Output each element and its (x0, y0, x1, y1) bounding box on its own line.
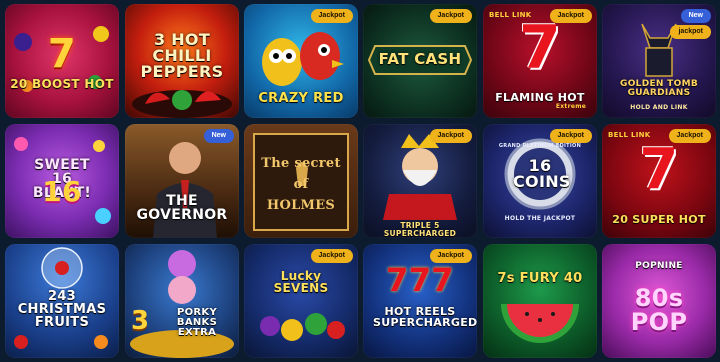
game-tile-fat-cash[interactable]: Jackpot FAT CASH (363, 4, 477, 118)
jackpot-badge: Jackpot (549, 129, 592, 143)
game-subtitle: Extreme (555, 103, 587, 110)
game-title: TRIPLE 5 SUPERCHARGED (383, 221, 457, 238)
tile-art (483, 244, 597, 358)
game-tile-crazy-red[interactable]: Jackpot CRAZY RED (244, 4, 358, 118)
game-tile-golden-tomb-guardians[interactable]: New jackpot GOLDEN TOMB GUARDIANS HOLD A… (602, 4, 716, 118)
game-title: 243 CHRISTMAS FRUITS (17, 289, 107, 330)
jackpot-badge: Jackpot (429, 9, 472, 23)
jackpot-badge: Jackpot (310, 249, 353, 263)
game-big-number: 3 (131, 306, 150, 336)
game-title: 80s POP (630, 284, 688, 336)
game-title: CRAZY RED (258, 91, 344, 106)
piggy-bank-icon (130, 250, 234, 358)
game-title: The secret of HOLMES (261, 156, 341, 213)
game-big-number: 7 (47, 31, 77, 77)
game-title: 3 HOT CHILLI PEPPERS (140, 30, 224, 81)
game-tile-16-coins[interactable]: Jackpot GRAND PLATINUM EDITION 16 COINS … (483, 124, 597, 238)
game-tagline: GRAND PLATINUM EDITION (498, 143, 582, 149)
game-title: 20 SUPER HOT (612, 213, 706, 226)
game-subtitle: HOLD THE JACKPOT (504, 215, 576, 222)
game-tile-porky-banks-extra[interactable]: 3 PORKY BANKS EXTRA (125, 244, 239, 358)
tile-art (125, 244, 239, 358)
game-big-number: 7 (518, 13, 562, 83)
game-big-number: 777 (386, 261, 454, 299)
game-title: HOT REELS SUPERCHARGED (373, 305, 477, 329)
game-big-number: 7 (639, 137, 679, 202)
jackpot-badge: jackpot (670, 25, 711, 39)
new-badge: New (680, 9, 711, 23)
game-title: FLAMING HOT (495, 91, 585, 104)
game-tile-3-hot-chilli-peppers[interactable]: 3 HOT CHILLI PEPPERS (125, 4, 239, 118)
jackpot-badge: Jackpot (429, 129, 472, 143)
game-title: 7s FURY 40 (497, 271, 583, 286)
game-tile-hot-reels-supercharged[interactable]: Jackpot 777 HOT REELS SUPERCHARGED (363, 244, 477, 358)
game-tile-flaming-hot[interactable]: BELL LINK Jackpot 7 FLAMING HOT Extreme (483, 4, 597, 118)
game-tile-the-governor[interactable]: New THE GOVERNOR (125, 124, 239, 238)
game-title: 16 COINS (513, 156, 571, 191)
game-tile-243-christmas-fruits[interactable]: 243 CHRISTMAS FRUITS (5, 244, 119, 358)
game-title: FAT CASH (378, 50, 462, 68)
game-title: 20 BOOST HOT (10, 77, 114, 91)
game-big-number: 16 (42, 175, 82, 208)
game-title: THE GOVERNOR (136, 193, 228, 223)
game-tile-triple-5-supercharged[interactable]: Jackpot TRIPLE 5 SUPERCHARGED (363, 124, 477, 238)
game-tile-20-boost-hot[interactable]: 7 20 BOOST HOT (5, 4, 119, 118)
game-subtitle: HOLD AND LINK (630, 104, 688, 111)
game-tile-lucky-sevens[interactable]: Jackpot Lucky SEVENS (244, 244, 358, 358)
game-tile-7s-fury-40[interactable]: 7s FURY 40 (483, 244, 597, 358)
game-subtitle: POPNINE (635, 261, 683, 271)
game-tile-20-super-hot[interactable]: BELL LINK Jackpot 7 20 SUPER HOT (602, 124, 716, 238)
game-tile-sweet-16-blast[interactable]: SWEET 16 BLAST! 16 (5, 124, 119, 238)
game-tile-80s-pop[interactable]: POPNINE 80s POP (602, 244, 716, 358)
jackpot-badge: Jackpot (310, 9, 353, 23)
new-badge: New (203, 129, 234, 143)
game-tile-secret-of-holmes[interactable]: The secret of HOLMES (244, 124, 358, 238)
game-title: Lucky SEVENS (273, 269, 329, 295)
game-title: PORKY BANKS EXTRA (176, 307, 218, 338)
game-grid: 7 20 BOOST HOT 3 HOT CHILLI PEPPERS Jack… (0, 0, 720, 362)
watermelon-icon (501, 304, 579, 343)
game-title: GOLDEN TOMB GUARDIANS (620, 79, 698, 98)
